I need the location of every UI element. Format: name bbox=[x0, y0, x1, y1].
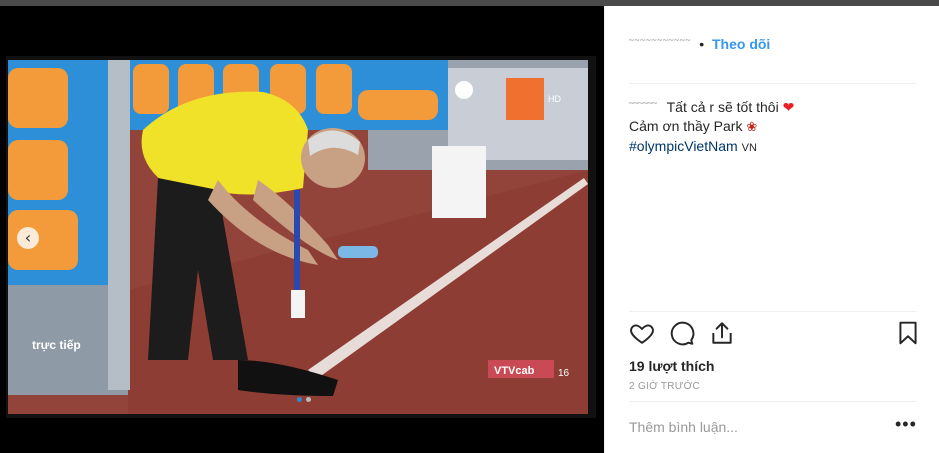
caption-username[interactable]: ˜˜˜˜˜˜ bbox=[629, 99, 657, 115]
rose-emoji-icon: ❀ bbox=[746, 120, 758, 135]
header-separator: • bbox=[699, 36, 705, 52]
post-caption: ˜˜˜˜˜˜ Tất cả r sẽ tốt thôi ❤ Cảm ơn thầ… bbox=[629, 98, 919, 157]
channel-number: 16 bbox=[558, 368, 570, 379]
post-media: trực tiếp HD VTVcab 16 ‹ bbox=[0, 6, 604, 453]
vtvcab-logo: VTVcab bbox=[494, 365, 535, 377]
heart-emoji-icon: ❤ bbox=[782, 100, 795, 116]
follow-button[interactable]: Theo dõi bbox=[712, 36, 770, 52]
comment-input[interactable] bbox=[629, 416, 849, 438]
comment-divider bbox=[629, 401, 916, 402]
caption-text-2: Cảm ơn thầy Park bbox=[629, 118, 743, 134]
post-details-panel: ˜˜˜˜˜˜˜˜˜˜˜ • Theo dõi ˜˜˜˜˜˜ Tất cả r s… bbox=[604, 6, 939, 453]
comment-icon[interactable] bbox=[669, 320, 695, 346]
truc-tiep-text: trực tiếp bbox=[32, 338, 81, 352]
bookmark-icon[interactable] bbox=[895, 320, 921, 346]
carousel-dot-active bbox=[297, 397, 302, 402]
post-header: ˜˜˜˜˜˜˜˜˜˜˜ • Theo dõi bbox=[629, 36, 929, 54]
vn-flag-text: VN bbox=[741, 142, 757, 154]
post-timestamp[interactable]: 2 GIỜ TRƯỚC bbox=[629, 381, 700, 392]
header-divider bbox=[629, 83, 916, 84]
caption-text-1: Tất cả r sẽ tốt thôi bbox=[666, 99, 779, 115]
caption-line-3: #olympicVietNam VN bbox=[629, 137, 919, 157]
hd-label: HD bbox=[548, 94, 561, 104]
heart-icon[interactable] bbox=[629, 320, 655, 346]
caption-line-1: ˜˜˜˜˜˜ Tất cả r sẽ tốt thôi ❤ bbox=[629, 98, 919, 117]
like-count[interactable]: 19 lượt thích bbox=[629, 358, 714, 374]
caption-line-2: Cảm ơn thầy Park ❀ bbox=[629, 117, 919, 137]
carousel-dot bbox=[306, 397, 311, 402]
post-actions bbox=[629, 320, 921, 348]
carousel-prev-button[interactable]: ‹ bbox=[17, 227, 39, 249]
actions-divider bbox=[629, 311, 916, 312]
photo-illustration: trực tiếp HD VTVcab 16 bbox=[8, 60, 588, 414]
more-options-button[interactable]: ••• bbox=[895, 414, 917, 435]
post-username[interactable]: ˜˜˜˜˜˜˜˜˜˜˜ bbox=[629, 36, 691, 52]
share-icon[interactable] bbox=[709, 320, 735, 346]
hashtag-link[interactable]: #olympicVietNam bbox=[629, 138, 738, 154]
post-photo: trực tiếp HD VTVcab 16 bbox=[8, 60, 588, 414]
